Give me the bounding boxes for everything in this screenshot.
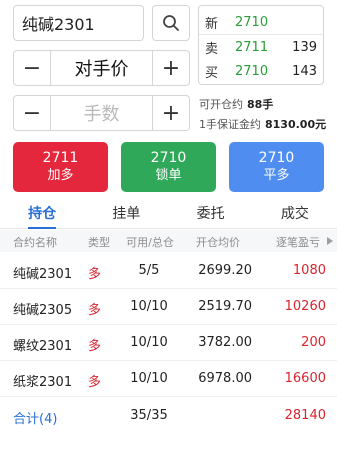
- search-button[interactable]: [152, 5, 190, 41]
- add-long-button[interactable]: 2711 加多: [13, 142, 108, 192]
- qty-plus-button[interactable]: +: [152, 96, 189, 130]
- quote-price: 2710: [235, 63, 269, 79]
- row-type: 多: [88, 303, 102, 318]
- row-type: 多: [88, 339, 102, 354]
- row-quantity: 10/10: [130, 371, 168, 386]
- close-long-price: 2710: [258, 150, 295, 166]
- tab-pending-orders[interactable]: 挂单: [84, 201, 168, 228]
- row-pnl: 200: [301, 335, 326, 350]
- quantity-input[interactable]: 手数: [51, 96, 152, 130]
- row-contract: 纯碱2305: [13, 303, 73, 318]
- row-avg-price: 2699.20: [198, 263, 252, 278]
- symbol-input[interactable]: 纯碱2301: [13, 5, 144, 41]
- row-avg-price: 3782.00: [198, 335, 252, 350]
- total-row: 合计(4) 35/35 28140: [0, 398, 337, 434]
- price-minus-button[interactable]: −: [14, 51, 51, 85]
- quote-price: 2711: [235, 39, 269, 55]
- quote-volume: 143: [292, 63, 317, 79]
- add-long-label: 加多: [47, 168, 74, 183]
- row-type: 多: [88, 375, 102, 390]
- quote-label: 买: [205, 65, 219, 81]
- lock-position-button[interactable]: 2710 锁单: [121, 142, 216, 192]
- tab-orders[interactable]: 委托: [169, 201, 253, 228]
- tab-positions[interactable]: 持仓: [0, 201, 84, 229]
- total-quantity: 35/35: [130, 408, 168, 423]
- quote-label: 卖: [205, 41, 219, 57]
- row-quantity: 10/10: [130, 299, 168, 314]
- table-row[interactable]: 纯碱2301 多 5/5 2699.20 1080: [0, 253, 337, 289]
- lock-price: 2710: [150, 150, 187, 166]
- close-long-label: 平多: [263, 168, 290, 183]
- tab-trades[interactable]: 成交: [253, 201, 337, 228]
- table-row[interactable]: 纯碱2305 多 10/10 2519.70 10260: [0, 289, 337, 325]
- table-row[interactable]: 螺纹2301 多 10/10 3782.00 200: [0, 325, 337, 361]
- header-contract: 合约名称: [13, 236, 57, 249]
- row-type: 多: [88, 267, 102, 282]
- add-long-price: 2711: [42, 150, 79, 166]
- price-mode-field[interactable]: 对手价: [51, 51, 152, 85]
- table-row[interactable]: 纸浆2301 多 10/10 6978.00 16600: [0, 361, 337, 397]
- symbol-value: 纯碱2301: [22, 15, 95, 34]
- quote-volume: 139: [292, 39, 317, 55]
- row-pnl: 16600: [284, 371, 326, 386]
- lock-label: 锁单: [155, 168, 182, 183]
- futures-order-screen: 纯碱2301 − 对手价 + − 手数 + 新 2710 卖 2711 139 …: [0, 0, 337, 449]
- open-capacity-value: 88手: [247, 98, 274, 111]
- close-long-button[interactable]: 2710 平多: [229, 142, 324, 192]
- search-icon: [163, 15, 179, 31]
- quote-row-ask[interactable]: 卖 2711 139: [199, 35, 323, 59]
- total-label: 合计(4): [13, 412, 58, 427]
- quote-panel: 新 2710 卖 2711 139 买 2710 143: [198, 5, 324, 85]
- header-quantity: 可用/总仓: [126, 236, 174, 249]
- row-avg-price: 2519.70: [198, 299, 252, 314]
- margin-label: 1手保证金约: [199, 118, 261, 131]
- row-avg-price: 6978.00: [198, 371, 252, 386]
- row-quantity: 5/5: [138, 263, 160, 278]
- row-contract: 纸浆2301: [13, 375, 73, 390]
- position-tabs: 持仓 挂单 委托 成交: [0, 201, 337, 229]
- header-type: 类型: [88, 236, 110, 249]
- total-pnl: 28140: [284, 408, 326, 423]
- quantity-stepper: − 手数 +: [13, 95, 190, 131]
- row-contract: 纯碱2301: [13, 267, 73, 282]
- quote-row-last: 新 2710: [199, 10, 323, 34]
- quote-price: 2710: [235, 14, 269, 30]
- qty-minus-button[interactable]: −: [14, 96, 51, 130]
- price-plus-button[interactable]: +: [152, 51, 189, 85]
- open-capacity-label: 可开仓约: [199, 98, 243, 111]
- row-pnl: 1080: [292, 263, 326, 278]
- row-contract: 螺纹2301: [13, 339, 73, 354]
- quote-row-bid[interactable]: 买 2710 143: [199, 59, 323, 83]
- row-pnl: 10260: [284, 299, 326, 314]
- positions-table-header: 合约名称 类型 可用/总仓 开仓均价 逐笔盈亏: [0, 230, 337, 252]
- price-stepper: − 对手价 +: [13, 50, 190, 86]
- row-quantity: 10/10: [130, 335, 168, 350]
- quote-label: 新: [205, 16, 219, 32]
- margin-line: 1手保证金约 8130.00元: [199, 116, 326, 132]
- header-avg-price: 开仓均价: [196, 236, 240, 249]
- scroll-right-icon[interactable]: [327, 237, 333, 245]
- open-capacity-line: 可开仓约 88手: [199, 96, 273, 112]
- margin-value: 8130.00元: [265, 118, 327, 131]
